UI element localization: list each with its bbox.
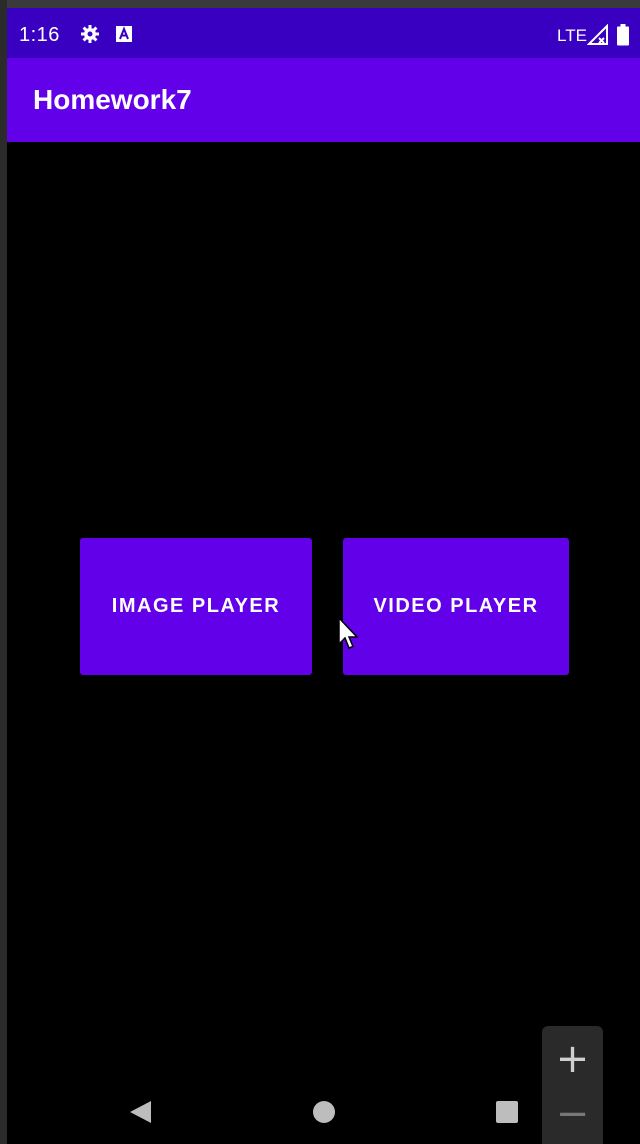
lte-icon: LTE — [557, 26, 587, 45]
signal-icon — [586, 23, 609, 51]
font-a-icon — [115, 24, 133, 49]
home-icon[interactable] — [312, 1100, 336, 1129]
image-player-button[interactable]: IMAGE PLAYER — [80, 538, 312, 675]
gear-icon — [80, 24, 100, 49]
emulator-zoom-control: + − — [542, 1026, 603, 1144]
emulator-frame-top — [0, 0, 640, 8]
status-time: 1:16 — [19, 24, 60, 46]
back-icon[interactable] — [129, 1100, 153, 1129]
emulator-frame-left — [0, 0, 7, 1144]
video-player-button[interactable]: VIDEO PLAYER — [343, 538, 569, 675]
battery-icon — [617, 24, 629, 51]
mouse-cursor-icon — [338, 616, 360, 656]
app-bar: Homework7 — [7, 58, 640, 142]
app-title: Homework7 — [33, 84, 192, 115]
status-bar: 1:16 LTE — [7, 14, 640, 58]
recents-icon[interactable] — [495, 1100, 519, 1129]
zoom-in-button[interactable]: + — [542, 1031, 603, 1087]
zoom-out-button[interactable]: − — [542, 1086, 603, 1142]
